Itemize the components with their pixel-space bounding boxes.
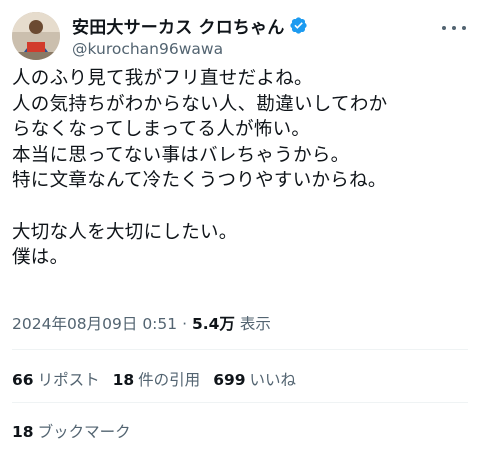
reposts-stat[interactable]: 66 リポスト	[12, 368, 100, 390]
views-label: 表示	[239, 315, 271, 333]
quotes-stat[interactable]: 18 件の引用	[113, 368, 201, 390]
avatar[interactable]	[12, 12, 60, 60]
reposts-label: リポスト	[37, 371, 100, 389]
engagement-stats: 66 リポスト 18 件の引用 699 いいね	[12, 368, 309, 390]
views-count: 5.4万	[191, 315, 235, 333]
likes-label: いいね	[249, 371, 297, 389]
author-display-name[interactable]: 安田大サーカス クロちゃん	[72, 13, 285, 38]
tweet-header: 安田大サーカス クロちゃん @kurochan96wawa	[12, 10, 468, 64]
verified-badge-icon	[289, 16, 307, 34]
reposts-count: 66	[12, 371, 34, 389]
avatar-photo-icon	[12, 12, 60, 60]
tweet-meta: 2024年08月09日 0:51 · 5.4万 表示	[12, 312, 271, 334]
divider	[12, 349, 468, 350]
quotes-count: 18	[112, 371, 135, 389]
bookmarks-count: 18	[12, 423, 34, 441]
likes-count: 699	[213, 371, 246, 389]
author-block[interactable]: 安田大サーカス クロちゃん @kurochan96wawa	[72, 13, 308, 58]
likes-stat[interactable]: 699 いいね	[213, 368, 296, 390]
bookmarks-label: ブックマーク	[37, 423, 131, 441]
tweet-text: 人のふり見て我がフリ直せだよね。 人の気持ちがわからない人、勘違いしてわか らな…	[12, 68, 388, 269]
bookmarks-stat[interactable]: 18 ブックマーク	[12, 420, 131, 442]
timestamp[interactable]: 2024年08月09日 0:51	[12, 315, 177, 333]
meta-separator: ·	[182, 315, 188, 333]
divider	[12, 402, 468, 403]
author-handle[interactable]: @kurochan96wawa	[72, 40, 308, 58]
quotes-label: 件の引用	[138, 371, 201, 389]
more-options-icon[interactable]	[442, 18, 466, 38]
